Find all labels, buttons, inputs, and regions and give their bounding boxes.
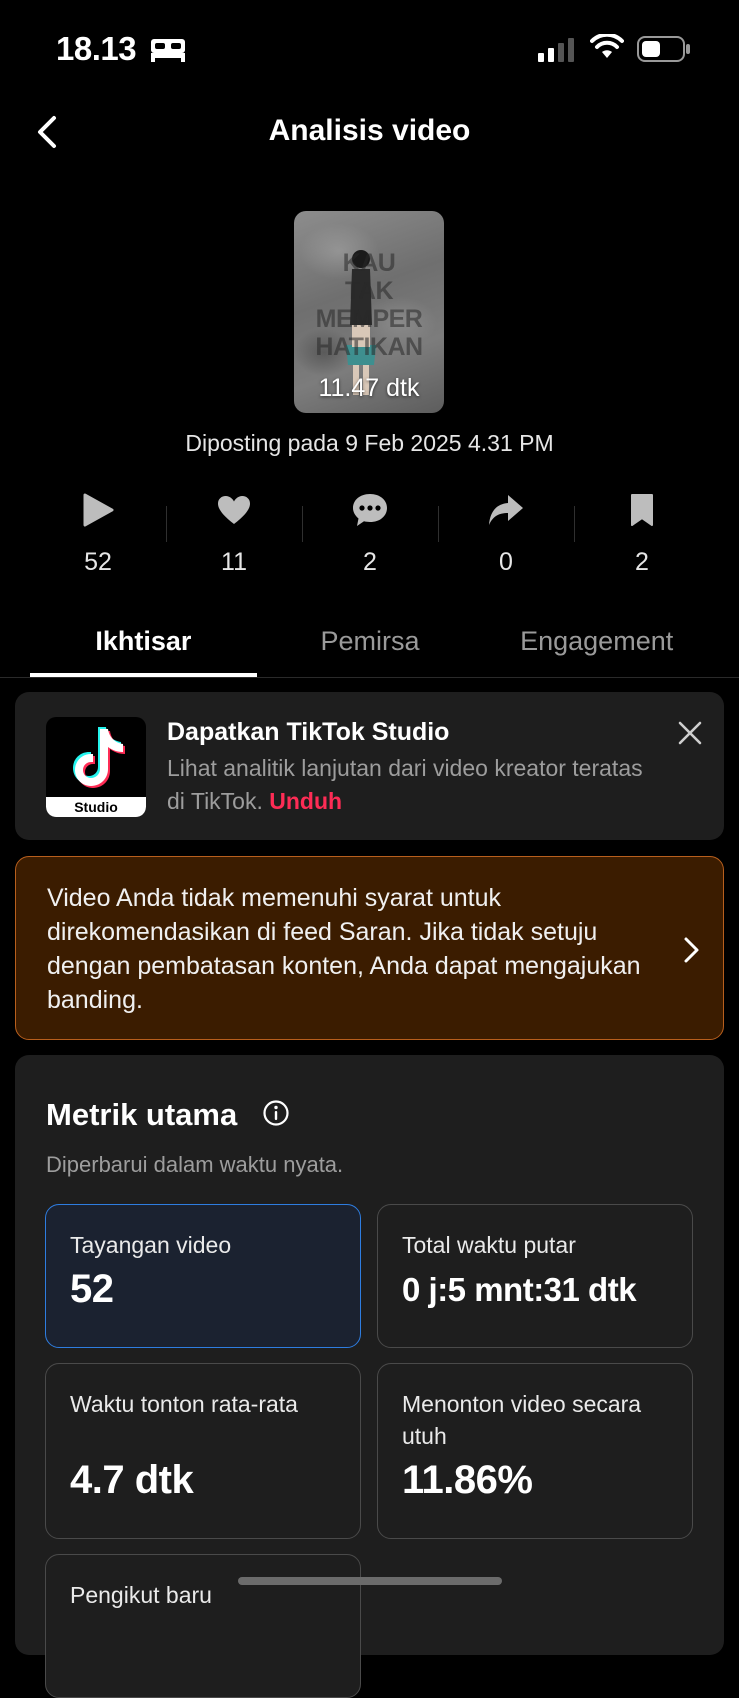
status-bar: 18.13 — [0, 0, 739, 100]
metric-card-full-watch-rate[interactable]: Menonton video secara utuh 11.86% — [377, 1363, 693, 1539]
studio-promo-description: Lihat analitik lanjutan dari video kreat… — [167, 755, 643, 814]
posted-date: Diposting pada 9 Feb 2025 4.31 PM — [185, 430, 554, 456]
chevron-right-icon — [684, 937, 699, 963]
tab-engagement[interactable]: Engagement — [483, 612, 710, 677]
stat-value: 52 — [84, 548, 112, 576]
studio-logo-caption: Studio — [46, 797, 146, 817]
tab-ikhtisar[interactable]: Ikhtisar — [30, 612, 257, 677]
home-indicator[interactable] — [238, 1577, 502, 1585]
tab-pemirsa[interactable]: Pemirsa — [257, 612, 484, 677]
metrics-subtitle: Diperbarui dalam waktu nyata. — [46, 1152, 344, 1177]
tabs-divider — [0, 677, 739, 678]
comment-icon — [353, 494, 387, 526]
video-duration: 11.47 dtk — [318, 374, 420, 402]
tiktok-note-icon — [73, 727, 125, 788]
page-title: Analisis video — [268, 114, 471, 147]
stat-views: 52 — [30, 488, 166, 578]
stat-value: 11 — [221, 548, 247, 576]
metric-value: 0 j:5 mnt:31 dtk — [402, 1271, 637, 1308]
metric-card-average-watch-time[interactable]: Waktu tonton rata-rata 4.7 dtk — [45, 1363, 361, 1539]
stat-value: 0 — [499, 548, 513, 576]
metric-card-new-followers[interactable]: Pengikut baru — [45, 1554, 361, 1698]
metric-label: Total waktu putar — [402, 1232, 576, 1258]
status-time: 18.13 — [56, 30, 137, 67]
warning-text: Video Anda tidak memenuhi syarat untuk d… — [47, 884, 641, 1014]
metric-value: 11.86% — [402, 1458, 533, 1502]
metric-value: 52 — [70, 1267, 114, 1311]
thumbnail-overlay-text: KAU TAK MEMPER HATIKAN — [315, 249, 423, 361]
stats-row: 52 11 2 0 2 — [30, 488, 710, 578]
stat-shares: 0 — [438, 488, 574, 578]
metric-label: Waktu tonton rata-rata — [70, 1391, 298, 1417]
metric-label: Pengikut baru — [70, 1582, 212, 1608]
close-icon[interactable] — [675, 718, 705, 748]
stat-value: 2 — [635, 548, 649, 576]
bookmark-icon — [631, 494, 653, 526]
heart-icon — [218, 496, 250, 524]
analytics-tabs: Ikhtisar Pemirsa Engagement — [30, 612, 710, 677]
video-thumbnail[interactable]: KAU TAK MEMPER HATIKAN 11.47 dtk — [294, 211, 444, 413]
sleep-focus-icon — [151, 39, 185, 62]
cellular-signal-icon — [538, 38, 574, 62]
tiktok-studio-banner: Studio Dapatkan TikTok Studio Lihat anal… — [15, 692, 724, 840]
header: Analisis video — [0, 100, 739, 162]
metric-card-total-watch-time[interactable]: Total waktu putar 0 j:5 mnt:31 dtk — [377, 1204, 693, 1348]
info-icon[interactable] — [262, 1099, 290, 1127]
stat-saves: 2 — [574, 488, 710, 578]
download-link[interactable]: Unduh — [269, 788, 342, 814]
metrics-title: Metrik utama — [46, 1097, 238, 1132]
wifi-icon — [590, 34, 624, 58]
metric-label: Tayangan video — [70, 1232, 232, 1258]
metric-card-video-views[interactable]: Tayangan video 52 — [45, 1204, 361, 1348]
key-metrics-card: Metrik utama Diperbarui dalam waktu nyat… — [15, 1055, 724, 1698]
share-icon — [489, 495, 523, 525]
recommendation-warning-banner[interactable]: Video Anda tidak memenuhi syarat untuk d… — [15, 856, 724, 1040]
metric-value: 4.7 dtk — [70, 1458, 194, 1502]
metric-label: Menonton video secara utuh — [402, 1391, 642, 1449]
studio-promo-title: Dapatkan TikTok Studio — [167, 718, 450, 746]
stat-likes: 11 — [166, 488, 302, 578]
tiktok-studio-logo: Studio — [46, 717, 146, 817]
stat-comments: 2 — [302, 488, 438, 578]
play-icon — [83, 493, 114, 527]
battery-icon — [637, 36, 690, 62]
stat-value: 2 — [363, 548, 377, 576]
